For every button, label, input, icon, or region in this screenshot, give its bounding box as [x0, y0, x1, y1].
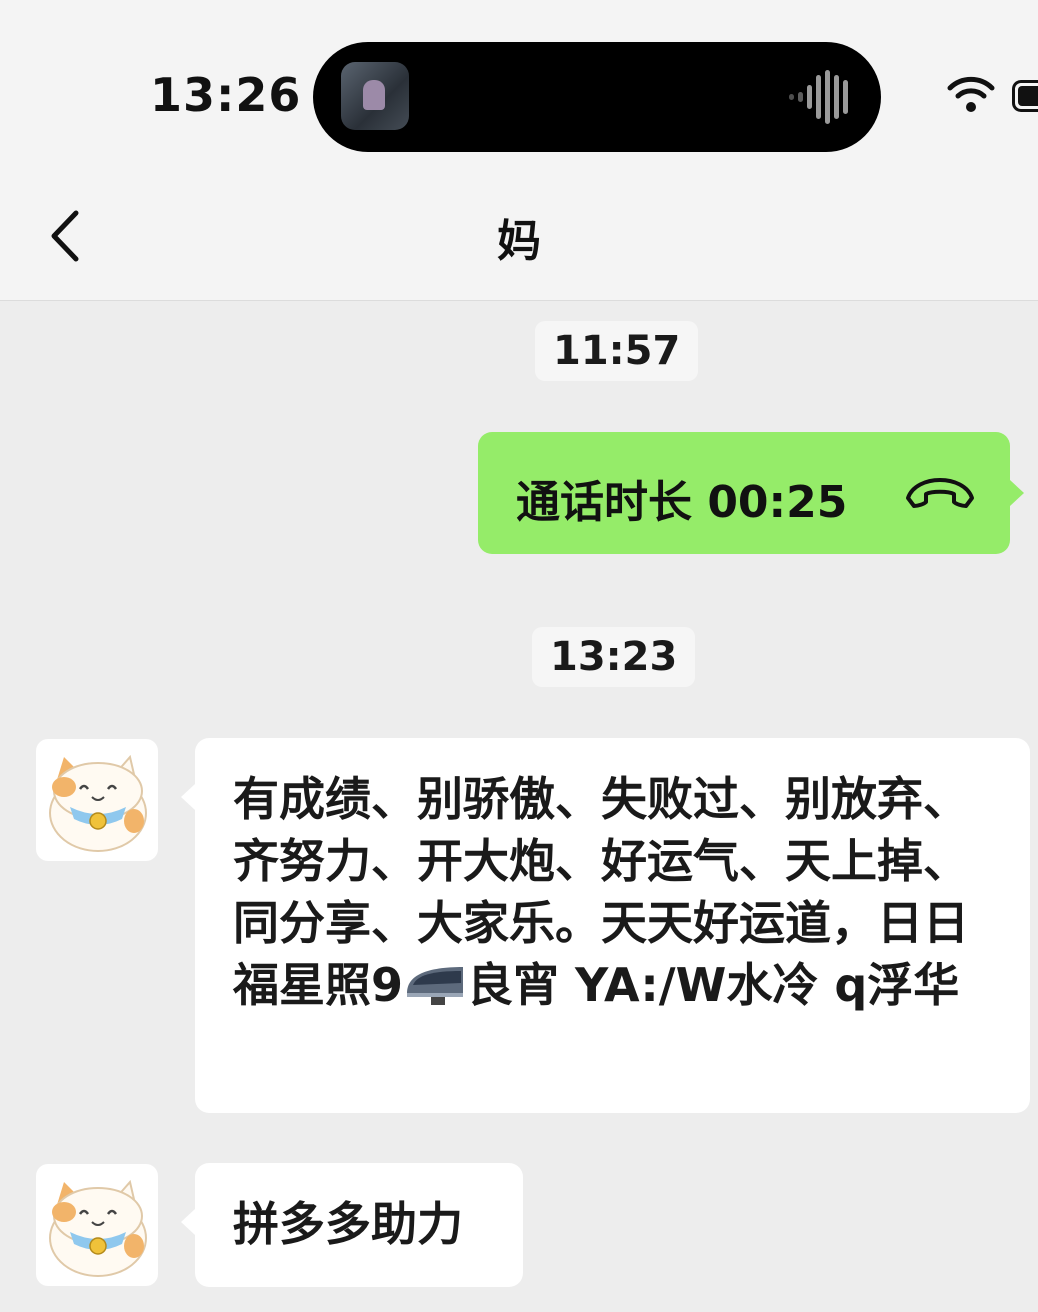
message-timestamp: 11:57	[535, 321, 699, 381]
call-duration-text: 通话时长 00:25	[516, 477, 848, 528]
wifi-icon	[947, 76, 995, 112]
lucky-cat-icon	[49, 754, 147, 852]
chat-header: 妈	[0, 175, 1038, 301]
battery-icon	[1012, 80, 1038, 112]
incoming-message-bubble[interactable]: 有成绩、别骄傲、失败过、别放弃、齐努力、开大炮、好运气、天上掉、同分享、大家乐。…	[181, 738, 1030, 1113]
outgoing-call-bubble[interactable]: 通话时长 00:25	[478, 432, 1024, 554]
lucky-cat-avatar[interactable]	[36, 1164, 158, 1286]
message-text: 有成绩、别骄傲、失败过、别放弃、齐努力、开大炮、好运气、天上掉、同分享、大家乐。…	[233, 772, 969, 1012]
high-speed-train-emoji	[407, 967, 464, 1005]
message-text: 拼多多助力	[233, 1197, 463, 1251]
lucky-cat-icon	[49, 1179, 147, 1277]
status-time: 13:26	[150, 68, 302, 122]
status-bar: 13:26	[0, 0, 1038, 175]
phone-hangup-icon	[906, 478, 974, 508]
media-thumbnail	[341, 62, 409, 130]
incoming-message-bubble[interactable]: 拼多多助力	[181, 1163, 523, 1287]
dynamic-island[interactable]	[313, 42, 881, 152]
lucky-cat-avatar[interactable]	[36, 739, 158, 861]
message-timestamp: 13:23	[532, 627, 696, 687]
chat-title: 妈	[497, 216, 541, 267]
audio-waveform-icon	[789, 70, 851, 124]
